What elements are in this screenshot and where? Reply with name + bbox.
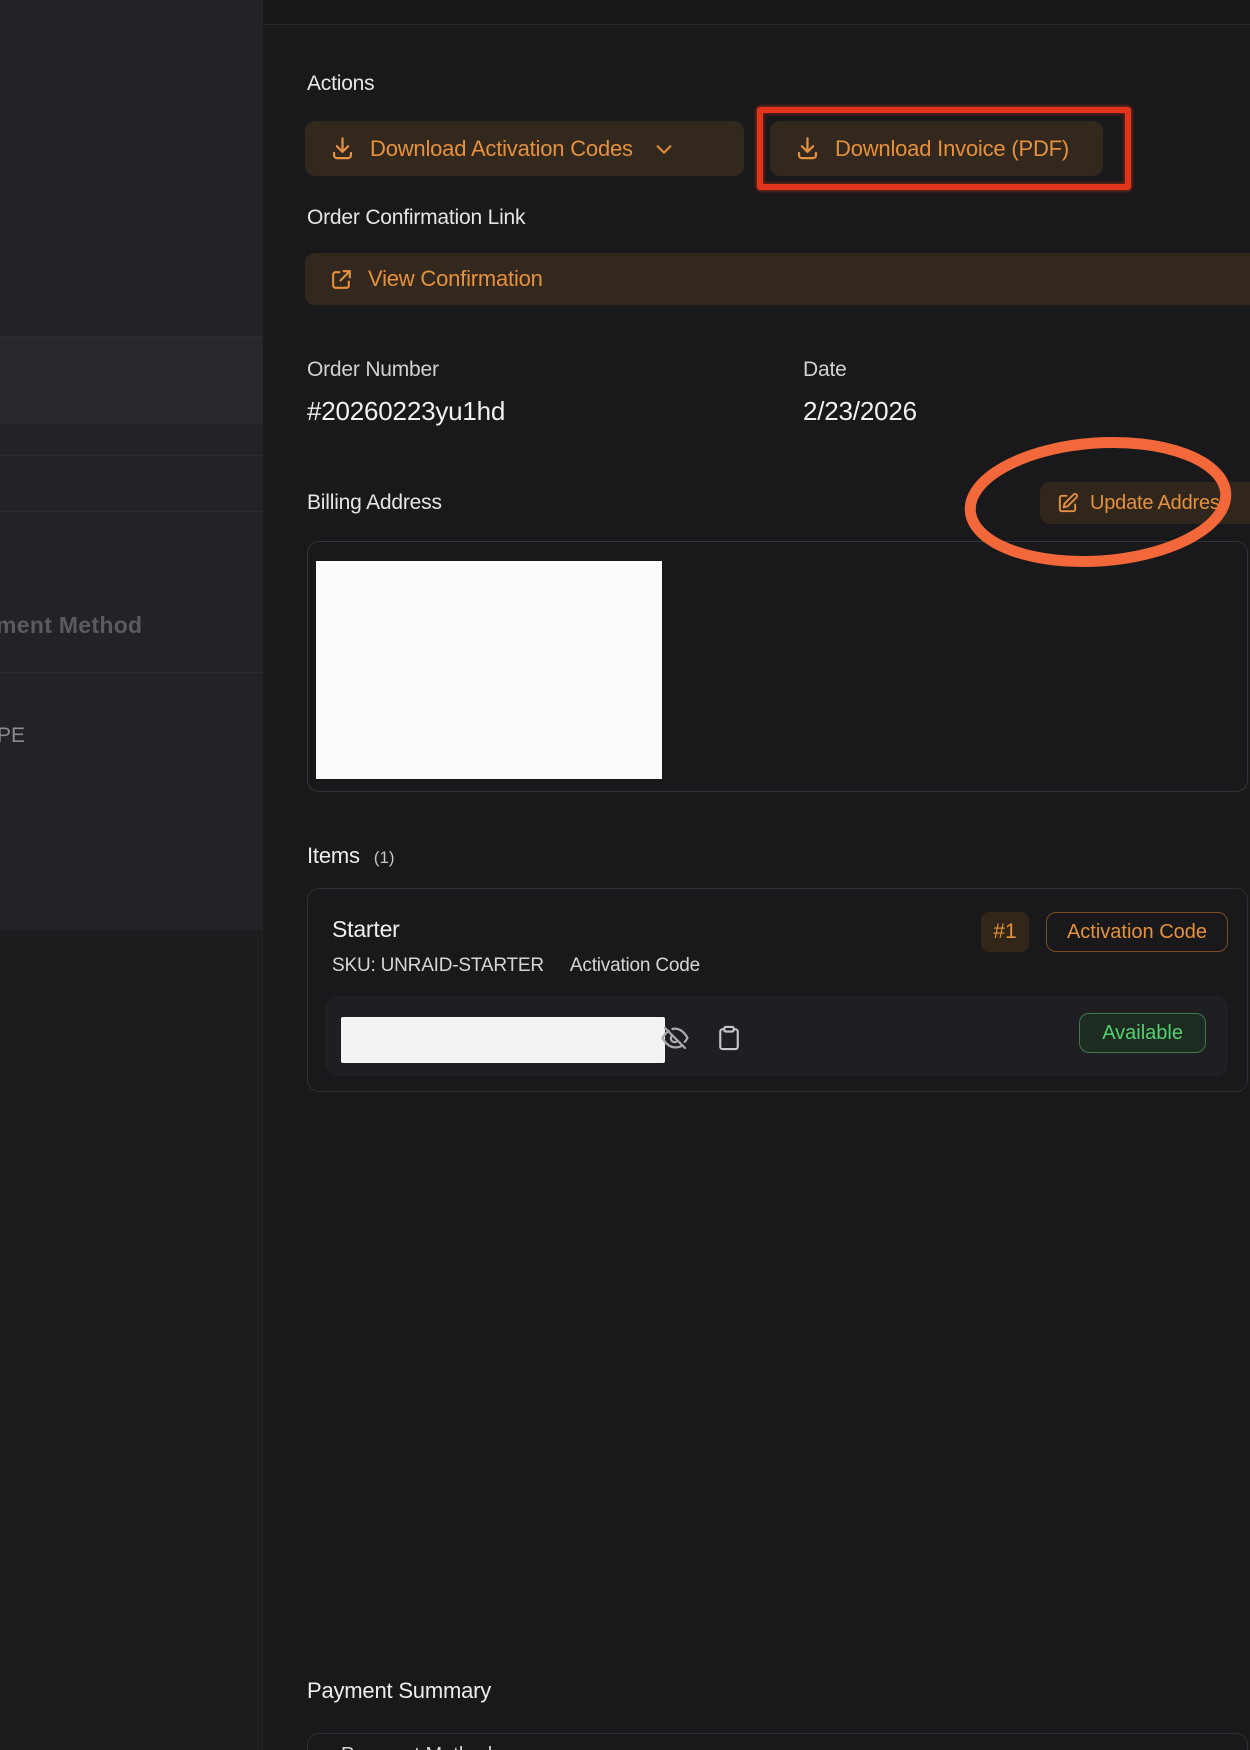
panel-edge [262,0,263,1750]
download-activation-codes-button[interactable]: Download Activation Codes [305,121,744,176]
download-invoice-button[interactable]: Download Invoice (PDF) [770,121,1103,176]
billing-address-label: Billing Address [307,491,442,515]
item-kind: Activation Code [570,955,700,977]
eye-off-icon [660,1023,690,1053]
item-type-badge: Activation Code [1046,912,1228,952]
items-label: Items [307,843,360,869]
external-link-icon [329,267,354,292]
order-number-value: #20260223yu1hd [307,396,505,427]
download-icon [329,135,356,162]
items-heading: Items (1) [307,843,395,869]
payment-method-row-label: Payment Method [341,1744,492,1750]
view-confirmation-label: View Confirmation [368,266,543,292]
copy-icon [715,1024,743,1052]
download-icon [794,135,821,162]
divider [0,672,262,673]
update-address-button[interactable]: Update Address [1040,482,1250,524]
payment-processor-partial: PE [0,724,25,748]
background-page-lower [0,930,262,1750]
date-value: 2/23/2026 [803,396,917,427]
item-index-badge: #1 [981,912,1029,952]
toggle-visibility-button[interactable] [655,1016,695,1060]
order-confirmation-link-label: Order Confirmation Link [307,206,525,230]
update-address-label: Update Address [1090,492,1230,515]
payment-summary-label: Payment Summary [307,1678,491,1704]
copy-code-button[interactable] [709,1016,749,1060]
download-invoice-label: Download Invoice (PDF) [835,136,1069,162]
status-badge: Available [1079,1013,1206,1053]
chevron-down-icon [653,138,675,160]
item-card: Starter #1 Activation Code SKU: UNRAID-S… [307,888,1248,1092]
billing-address-card [307,541,1248,792]
divider [0,455,262,456]
divider [0,511,262,512]
item-sku: SKU: UNRAID-STARTER [332,955,544,977]
items-count: (1) [374,848,395,868]
download-activation-codes-label: Download Activation Codes [370,136,633,162]
actions-label: Actions [307,72,374,96]
item-name: Starter [332,916,400,943]
payment-summary-card: Payment Method [307,1733,1248,1750]
item-sku-line: SKU: UNRAID-STARTER Activation Code [332,955,700,977]
redacted-billing-address [316,561,662,779]
edit-pencil-icon [1056,492,1079,515]
activation-code-field[interactable] [341,1017,665,1063]
activation-code-row: Available [325,996,1228,1076]
order-details-screen: ment Method PE Actions Download Activati… [0,0,1250,1750]
date-label: Date [803,358,847,382]
payment-method-heading-partial: ment Method [0,612,142,639]
order-number-label: Order Number [307,358,439,382]
background-row-highlight [0,336,262,424]
background-page: ment Method PE [0,0,262,930]
view-confirmation-button[interactable]: View Confirmation [305,253,1250,305]
